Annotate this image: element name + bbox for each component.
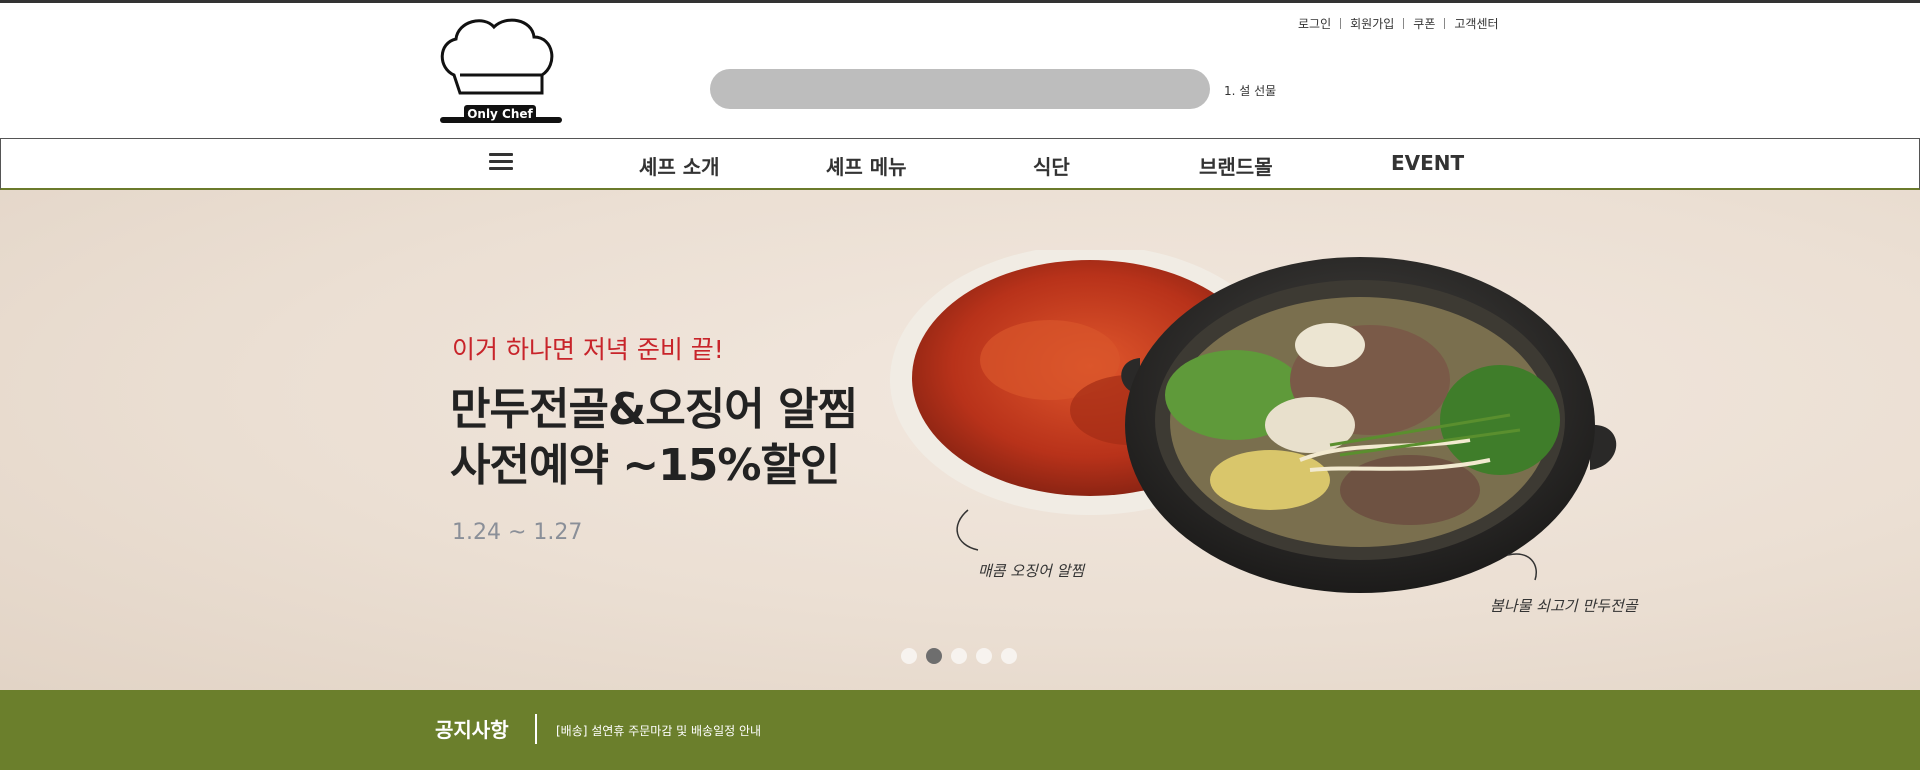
customer-center-link[interactable]: 고객센터 bbox=[1454, 15, 1498, 32]
banner-subtitle: 이거 하나면 저녁 준비 끝! bbox=[452, 335, 724, 364]
divider bbox=[1403, 18, 1405, 29]
hamburger-icon[interactable] bbox=[489, 153, 513, 173]
nav-item-diet[interactable]: 식단 bbox=[1033, 151, 1070, 180]
slide-dot-3[interactable] bbox=[951, 648, 967, 664]
banner-date: 1.24 ~ 1.27 bbox=[452, 520, 583, 545]
main-nav: 셰프 소개 셰프 메뉴 식단 브랜드몰 EVENT bbox=[0, 138, 1920, 190]
banner-title-line2: 사전예약 ~15%할인 bbox=[450, 440, 840, 491]
slide-pagination bbox=[901, 648, 1026, 664]
coupon-link[interactable]: 쿠폰 bbox=[1413, 15, 1435, 32]
site-header: Only Chef 로그인 회원가입 쿠폰 고객센터 1. 설 선물 bbox=[0, 3, 1920, 138]
banner-title: 만두전골&오징어 알찜 사전예약 ~15%할인 bbox=[450, 382, 858, 494]
hero-banner[interactable]: 이거 하나면 저녁 준비 끝! 만두전골&오징어 알찜 사전예약 ~15%할인 … bbox=[0, 190, 1920, 690]
divider bbox=[1444, 18, 1446, 29]
slide-dot-2[interactable] bbox=[926, 648, 942, 664]
logo-text: Only Chef bbox=[464, 105, 536, 123]
chef-hat-logo[interactable]: Only Chef bbox=[436, 13, 566, 131]
search-input[interactable] bbox=[710, 69, 1210, 109]
signup-link[interactable]: 회원가입 bbox=[1350, 15, 1394, 32]
login-link[interactable]: 로그인 bbox=[1298, 15, 1331, 32]
divider bbox=[1340, 18, 1342, 29]
nav-item-brand-mall[interactable]: 브랜드몰 bbox=[1199, 151, 1273, 180]
notice-bar: 공지사항 [배송] 설연휴 주문마감 및 배송일정 안내 bbox=[0, 690, 1920, 770]
nav-item-chef-menu[interactable]: 셰프 메뉴 bbox=[826, 151, 907, 180]
caption-right: 봄나물 쇠고기 만두전골 bbox=[1490, 597, 1638, 615]
nav-item-chef-intro[interactable]: 셰프 소개 bbox=[639, 151, 720, 180]
caption-left: 매콤 오징어 알찜 bbox=[978, 562, 1085, 580]
slide-dot-4[interactable] bbox=[976, 648, 992, 664]
slide-dot-5[interactable] bbox=[1001, 648, 1017, 664]
slide-dot-1[interactable] bbox=[901, 648, 917, 664]
popular-keyword[interactable]: 1. 설 선물 bbox=[1224, 82, 1276, 99]
banner-title-line1: 만두전골&오징어 알찜 bbox=[450, 384, 858, 435]
notice-link[interactable]: [배송] 설연휴 주문마감 및 배송일정 안내 bbox=[556, 722, 761, 739]
divider bbox=[535, 714, 537, 744]
utility-links: 로그인 회원가입 쿠폰 고객센터 bbox=[1298, 15, 1499, 32]
nav-item-event[interactable]: EVENT bbox=[1391, 151, 1464, 175]
notice-title: 공지사항 bbox=[435, 718, 509, 742]
